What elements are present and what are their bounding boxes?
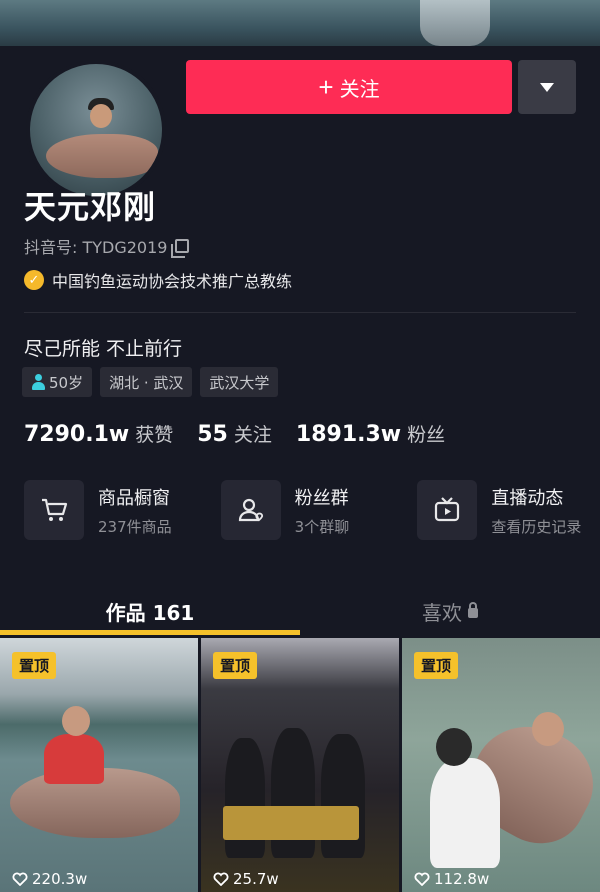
profile-stats: 7290.1w 获赞 55 关注 1891.3w 粉丝 (24, 420, 469, 447)
thumbnail-table (223, 806, 359, 840)
service-fan-group-subtitle: 3个群聊 (294, 517, 350, 536)
verified-check-icon: ✓ (24, 270, 44, 290)
douyin-id: 抖音号: TYDG2019 (24, 234, 190, 258)
video-thumbnail[interactable]: 置顶 25.7w (201, 638, 399, 892)
group-icon (220, 480, 281, 540)
profile-bio: 尽己所能 不止前行 (24, 338, 183, 360)
profile-panel: + 关注 天元邓刚 抖音号: TYDG2019 ✓ 中国钓鱼运动协会技术推广总教… (0, 46, 600, 892)
heart-icon (414, 872, 430, 886)
tab-likes-label: 喜欢 (422, 600, 462, 625)
tag-age: 50岁 (22, 367, 93, 397)
follow-button[interactable]: + 关注 (186, 60, 512, 114)
service-fan-group-title: 粉丝群 (294, 487, 349, 509)
tag-location-label: 湖北 · 武汉 (109, 373, 184, 392)
follow-label: 关注 (339, 78, 380, 101)
service-shop-title: 商品橱窗 (98, 487, 170, 509)
thumbnail-person (225, 738, 265, 858)
profile-name: 天元邓刚 (24, 188, 157, 226)
stat-likes-value: 7290.1w (24, 422, 130, 447)
video-like-count: 220.3w (12, 870, 87, 888)
avatar[interactable] (26, 60, 166, 200)
heart-icon (213, 872, 229, 886)
video-grid: 置顶 220.3w 置顶 25.7w 置顶 112.8w (0, 638, 600, 892)
tag-school: 武汉大学 (200, 367, 279, 397)
tag-age-label: 50岁 (49, 373, 84, 392)
heart-icon (12, 872, 28, 886)
copy-icon[interactable] (171, 239, 190, 258)
service-live-subtitle: 查看历史记录 (491, 517, 582, 536)
pinned-badge: 置顶 (12, 652, 57, 679)
tag-school-label: 武汉大学 (209, 373, 270, 392)
tv-icon (417, 480, 478, 540)
avatar-head (90, 104, 112, 128)
profile-cover-image (0, 0, 600, 46)
verification-text: 中国钓鱼运动协会技术推广总教练 (52, 272, 293, 291)
stat-followers-label: 粉丝 (407, 424, 446, 446)
tab-likes[interactable]: 喜欢 (300, 584, 600, 638)
service-entries: 商品橱窗 237件商品 粉丝群 3个群聊 直播动态 查看历史记录 (24, 480, 600, 540)
stat-following-label: 关注 (233, 424, 272, 446)
stat-likes-label: 获赞 (135, 424, 174, 446)
video-like-count: 112.8w (414, 870, 489, 888)
active-tab-indicator (0, 630, 300, 635)
video-thumbnail[interactable]: 置顶 220.3w (0, 638, 198, 892)
person-icon (31, 374, 45, 390)
thumbnail-person (430, 758, 500, 868)
video-thumbnail[interactable]: 置顶 112.8w (402, 638, 600, 892)
pinned-badge: 置顶 (213, 652, 258, 679)
lock-icon (468, 602, 478, 618)
stat-followers[interactable]: 1891.3w 粉丝 (296, 420, 445, 447)
thumbnail-head (62, 706, 90, 736)
thumbnail-person (44, 734, 104, 784)
video-like-count-text: 112.8w (434, 870, 490, 888)
plus-icon: + (318, 72, 334, 102)
stat-following[interactable]: 55 关注 (197, 420, 272, 447)
thumbnail-head (436, 728, 472, 766)
cart-icon (24, 480, 84, 540)
tab-works-label: 作品 161 (105, 600, 195, 625)
verification-row: ✓ 中国钓鱼运动协会技术推广总教练 (24, 268, 292, 292)
stat-followers-value: 1891.3w (295, 422, 402, 447)
service-shop-window[interactable]: 商品橱窗 237件商品 (24, 480, 221, 540)
video-like-count-text: 220.3w (32, 870, 88, 888)
service-fan-group[interactable]: 粉丝群 3个群聊 (220, 480, 418, 540)
more-options-button[interactable] (518, 60, 576, 114)
avatar-fish (46, 134, 158, 178)
pinned-badge: 置顶 (414, 652, 459, 679)
service-live-title: 直播动态 (491, 487, 564, 509)
service-shop-subtitle: 237件商品 (98, 517, 172, 536)
douyin-id-text: 抖音号: TYDG2019 (24, 238, 168, 257)
video-like-count-text: 25.7w (233, 870, 279, 888)
stat-likes[interactable]: 7290.1w 获赞 (24, 420, 173, 447)
thumbnail-head (532, 712, 564, 746)
tag-location: 湖北 · 武汉 (100, 367, 193, 397)
stat-following-value: 55 (197, 422, 228, 447)
service-live-updates[interactable]: 直播动态 查看历史记录 (417, 480, 600, 540)
video-like-count: 25.7w (213, 870, 279, 888)
chevron-down-icon (540, 82, 554, 92)
divider (24, 312, 576, 313)
profile-tags: 50岁 湖北 · 武汉 武汉大学 (22, 367, 279, 397)
